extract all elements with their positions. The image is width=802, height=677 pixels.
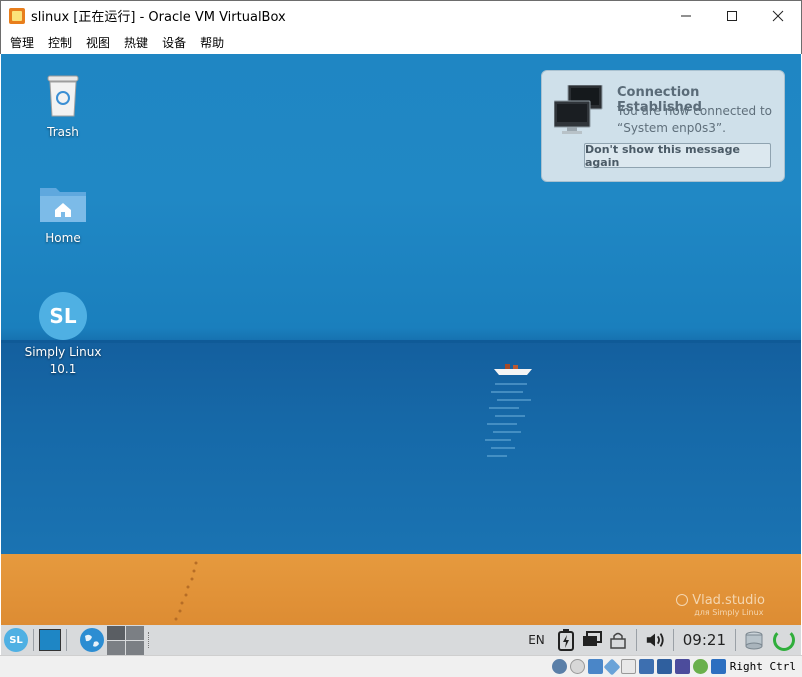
wallpaper-sea bbox=[1, 341, 801, 554]
display-icon[interactable] bbox=[638, 659, 654, 674]
recording-icon[interactable] bbox=[656, 659, 672, 674]
connection-notification[interactable]: Connection Established You are now conne… bbox=[541, 70, 785, 182]
battery-charging-icon[interactable] bbox=[556, 629, 576, 651]
wallpaper-footprints bbox=[174, 561, 198, 621]
keyboard-capture-icon[interactable] bbox=[710, 659, 726, 674]
workspace-3[interactable] bbox=[107, 640, 125, 655]
watermark-main: Vlad.studio bbox=[692, 593, 765, 608]
wallpaper-boat bbox=[494, 364, 532, 375]
wallpaper-reflection bbox=[485, 383, 531, 457]
desktop-icon-label: Home bbox=[45, 231, 81, 245]
simply-linux-icon: SL bbox=[39, 292, 87, 340]
notification-body: You are now connected to “System enp0s3”… bbox=[617, 104, 772, 135]
workspace-switcher[interactable] bbox=[107, 625, 144, 655]
virtualbox-app-icon bbox=[9, 7, 25, 24]
dont-show-again-button[interactable]: Don't show this message again bbox=[584, 143, 771, 169]
window-title: slinux [正在运行] - Oracle VM VirtualBox bbox=[31, 10, 286, 25]
vbox-statusbar: Right Ctrl bbox=[0, 655, 802, 677]
show-desktop-button[interactable] bbox=[39, 629, 61, 651]
hdd-icon[interactable] bbox=[551, 659, 567, 674]
display-icon[interactable] bbox=[582, 629, 602, 651]
menu-view[interactable]: 视图 bbox=[79, 34, 117, 51]
host-key-label: Right Ctrl bbox=[729, 660, 796, 673]
watermark-logo-icon bbox=[676, 594, 689, 606]
clock[interactable]: 09:21 bbox=[683, 631, 726, 649]
network-lock-icon[interactable] bbox=[608, 629, 628, 651]
usb-icon[interactable] bbox=[603, 658, 621, 675]
workspace-4[interactable] bbox=[126, 640, 144, 655]
desktop-icon-label: Simply Linux 10.1 bbox=[24, 345, 102, 376]
desktop-icon-simply-linux[interactable]: SL Simply Linux 10.1 bbox=[15, 292, 111, 378]
menu-help[interactable]: 帮助 bbox=[193, 34, 231, 51]
guest-taskbar: SL EN 09:21 bbox=[1, 625, 801, 655]
close-button[interactable] bbox=[755, 1, 801, 31]
browser-icon[interactable] bbox=[80, 628, 104, 652]
trash-icon bbox=[47, 75, 79, 117]
window-titlebar[interactable]: slinux [正在运行] - Oracle VM VirtualBox bbox=[0, 0, 802, 30]
desktop-icon-label: Trash bbox=[47, 125, 79, 139]
workspace-2[interactable] bbox=[126, 625, 144, 640]
panel-grip[interactable] bbox=[148, 632, 152, 648]
menu-manage[interactable]: 管理 bbox=[3, 34, 41, 51]
keyboard-layout-indicator[interactable]: EN bbox=[528, 633, 545, 647]
optical-disk-icon[interactable] bbox=[569, 659, 585, 674]
disk-icon[interactable] bbox=[744, 629, 764, 651]
menu-devices[interactable]: 设备 bbox=[155, 34, 193, 51]
menu-control[interactable]: 控制 bbox=[41, 34, 79, 51]
wallpaper-horizon bbox=[1, 340, 801, 343]
maximize-icon bbox=[727, 11, 737, 21]
network-icon[interactable] bbox=[587, 659, 603, 674]
cpu-icon[interactable] bbox=[674, 659, 690, 674]
desktop-icon-home[interactable]: Home bbox=[15, 182, 111, 245]
maximize-button[interactable] bbox=[709, 1, 755, 31]
menu-hotkeys[interactable]: 热键 bbox=[117, 34, 155, 51]
shared-folder-icon[interactable] bbox=[620, 659, 636, 674]
menu-bar: 管理 控制 视图 热键 设备 帮助 bbox=[0, 30, 802, 54]
wallpaper-watermark: Vlad.studio для Simply Linux bbox=[676, 593, 765, 617]
mouse-integration-icon[interactable] bbox=[692, 659, 708, 674]
desktop-icon-trash[interactable]: Trash bbox=[15, 74, 111, 139]
start-menu-button[interactable]: SL bbox=[4, 628, 28, 652]
taskbar-separator bbox=[66, 629, 67, 651]
power-icon[interactable] bbox=[773, 629, 795, 651]
taskbar-separator bbox=[735, 629, 736, 651]
taskbar-separator bbox=[33, 629, 34, 651]
minimize-icon bbox=[681, 15, 691, 17]
close-icon bbox=[772, 10, 784, 22]
window-controls bbox=[663, 1, 801, 31]
taskbar-separator bbox=[635, 629, 637, 651]
taskbar-separator bbox=[672, 629, 674, 651]
home-folder-icon bbox=[40, 188, 86, 222]
workspace-1[interactable] bbox=[107, 625, 125, 640]
volume-icon[interactable] bbox=[645, 629, 665, 651]
minimize-button[interactable] bbox=[663, 1, 709, 31]
network-computers-icon bbox=[554, 85, 603, 134]
watermark-sub: для Simply Linux bbox=[694, 608, 764, 617]
